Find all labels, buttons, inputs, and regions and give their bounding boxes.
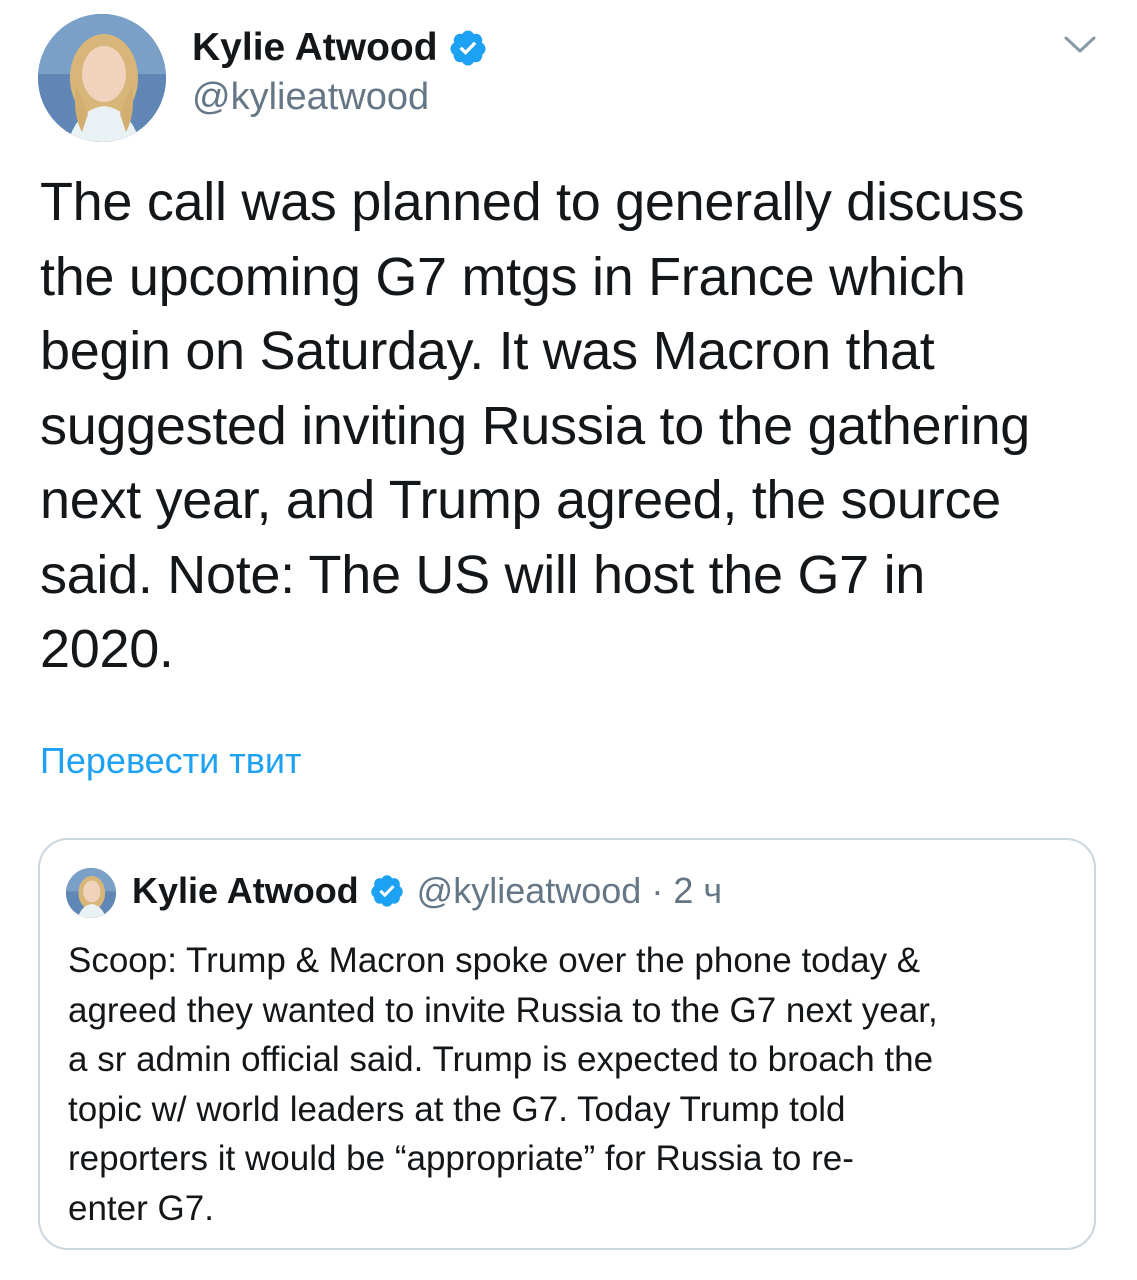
quoted-tweet-header: Kylie Atwood @kylieatwood · 2 ч	[132, 870, 722, 912]
author-avatar[interactable]	[38, 14, 166, 142]
header-separator: ·	[651, 870, 664, 911]
author-handle[interactable]: @kylieatwood	[192, 76, 429, 119]
tweet: Kylie Atwood @kylieatwood The call was p…	[0, 0, 1137, 1280]
quoted-tweet-timestamp: 2 ч	[673, 870, 723, 911]
chevron-down-icon[interactable]	[1060, 30, 1100, 58]
verified-badge-icon	[369, 873, 405, 909]
quoted-author-handle: @kylieatwood	[416, 870, 642, 911]
avatar-image	[38, 14, 166, 142]
quoted-tweet-card[interactable]: Kylie Atwood @kylieatwood · 2 ч Scoop: T…	[38, 838, 1096, 1250]
quoted-author-avatar	[66, 868, 116, 918]
tweet-text: The call was planned to generally discus…	[40, 172, 1031, 679]
quoted-author-name: Kylie Atwood	[132, 870, 359, 911]
verified-badge-icon	[448, 28, 488, 68]
author-name-text[interactable]: Kylie Atwood	[192, 26, 438, 70]
quoted-tweet-text: Scoop: Trump & Macron spoke over the pho…	[68, 941, 938, 1228]
author-name[interactable]: Kylie Atwood	[192, 26, 488, 70]
translate-tweet-link[interactable]: Перевести твит	[40, 740, 302, 782]
